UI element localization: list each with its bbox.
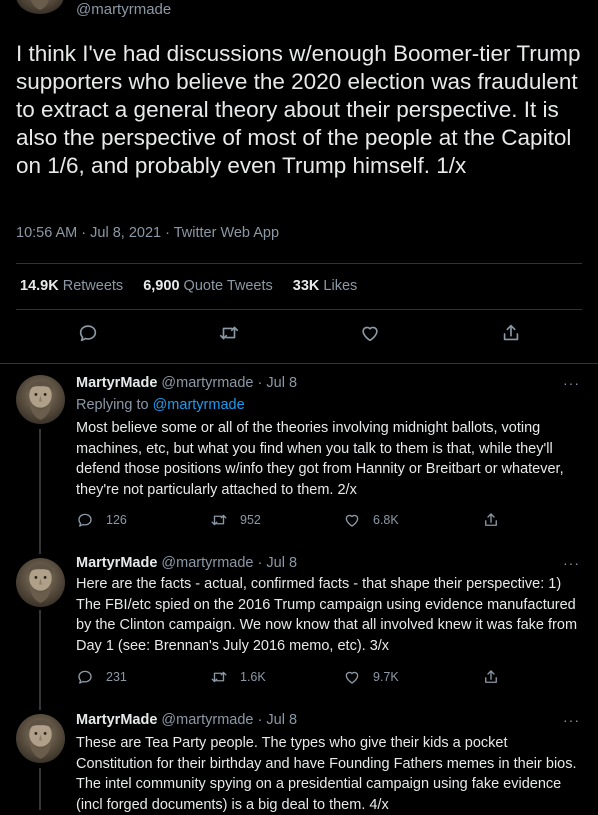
reply-button[interactable]: 231 bbox=[76, 668, 127, 686]
tweet-text: I think I've had discussions w/enough Bo… bbox=[16, 41, 581, 178]
share-button[interactable] bbox=[482, 668, 512, 686]
share-icon[interactable] bbox=[500, 322, 522, 344]
thread-line bbox=[39, 610, 41, 706]
reply-tweet[interactable]: MartyrMade @martyrmade · Jul 8 ··· Here … bbox=[0, 548, 598, 706]
tweet-text: Here are the facts - actual, confirmed f… bbox=[76, 576, 578, 654]
retweet-button[interactable]: 952 bbox=[210, 511, 261, 529]
reply-count: 126 bbox=[106, 513, 127, 527]
like-icon[interactable] bbox=[359, 322, 381, 344]
author-name[interactable]: MartyrMade bbox=[76, 712, 157, 728]
more-options-icon[interactable]: ··· bbox=[563, 555, 580, 571]
main-tweet-actions bbox=[0, 322, 598, 352]
retweet-icon[interactable] bbox=[218, 322, 240, 344]
retweet-icon bbox=[211, 671, 227, 683]
tweet-actions: 231 1.6K 9.7K bbox=[76, 668, 576, 690]
avatar[interactable] bbox=[16, 0, 64, 14]
divider bbox=[16, 263, 582, 264]
reply-icon[interactable] bbox=[77, 322, 99, 344]
more-options-icon[interactable]: ··· bbox=[563, 712, 580, 728]
like-button[interactable]: 6.8K bbox=[343, 511, 399, 529]
engagement-stats: 14.9K Retweets 6,900 Quote Tweets 33K Li… bbox=[20, 278, 373, 294]
like-button[interactable]: 9.7K bbox=[343, 668, 399, 686]
retweets-stat[interactable]: 14.9K Retweets bbox=[20, 278, 123, 294]
retweet-count: 1.6K bbox=[240, 670, 266, 684]
tweet-text: These are Tea Party people. The types wh… bbox=[76, 735, 577, 813]
like-icon bbox=[345, 514, 359, 527]
reply-icon bbox=[78, 513, 92, 527]
avatar[interactable] bbox=[16, 375, 65, 424]
tweet-header: MartyrMade @martyrmade · Jul 8 bbox=[76, 555, 297, 571]
replying-to: Replying to @martyrmade bbox=[76, 397, 245, 413]
quote-tweets-stat[interactable]: 6,900 Quote Tweets bbox=[143, 278, 273, 294]
divider bbox=[16, 309, 582, 310]
author-name[interactable]: MartyrMade bbox=[76, 555, 157, 571]
share-icon bbox=[485, 513, 497, 526]
thread-line bbox=[39, 548, 41, 554]
tweet-actions: 126 952 6.8K bbox=[76, 511, 576, 533]
tweet-header: MartyrMade @martyrmade · Jul 8 bbox=[76, 375, 297, 391]
thread-line bbox=[39, 768, 41, 810]
share-icon bbox=[485, 670, 497, 683]
retweet-button[interactable]: 1.6K bbox=[210, 668, 266, 686]
reply-tweet[interactable]: MartyrMade @martyrmade · Jul 8 ··· These… bbox=[0, 706, 598, 813]
tweet-header: MartyrMade @martyrmade · Jul 8 bbox=[76, 712, 297, 728]
tweet-timestamp[interactable]: 10:56 AM · Jul 8, 2021 · Twitter Web App bbox=[16, 225, 279, 241]
reply-icon bbox=[78, 670, 92, 684]
like-icon bbox=[345, 671, 359, 684]
author-handle-date[interactable]: @martyrmade · Jul 8 bbox=[161, 375, 297, 391]
tweet-text: Most believe some or all of the theories… bbox=[76, 420, 564, 498]
thread-line bbox=[39, 706, 41, 710]
thread-line bbox=[39, 429, 41, 548]
share-button[interactable] bbox=[482, 511, 512, 529]
retweet-count: 952 bbox=[240, 513, 261, 527]
more-options-icon[interactable]: ··· bbox=[563, 375, 580, 391]
author-name[interactable]: MartyrMade bbox=[76, 375, 157, 391]
like-count: 9.7K bbox=[373, 670, 399, 684]
reply-count: 231 bbox=[106, 670, 127, 684]
like-count: 6.8K bbox=[373, 513, 399, 527]
author-handle[interactable]: @martyrmade bbox=[76, 1, 171, 18]
likes-stat[interactable]: 33K Likes bbox=[293, 278, 358, 294]
reply-button[interactable]: 126 bbox=[76, 511, 127, 529]
replying-to-link[interactable]: @martyrmade bbox=[153, 397, 245, 413]
author-handle-date[interactable]: @martyrmade · Jul 8 bbox=[161, 555, 297, 571]
avatar[interactable] bbox=[16, 714, 65, 763]
author-handle-date[interactable]: @martyrmade · Jul 8 bbox=[161, 712, 297, 728]
avatar[interactable] bbox=[16, 558, 65, 607]
retweet-icon bbox=[211, 514, 227, 526]
reply-tweet[interactable]: MartyrMade @martyrmade · Jul 8 ··· Reply… bbox=[0, 364, 598, 548]
